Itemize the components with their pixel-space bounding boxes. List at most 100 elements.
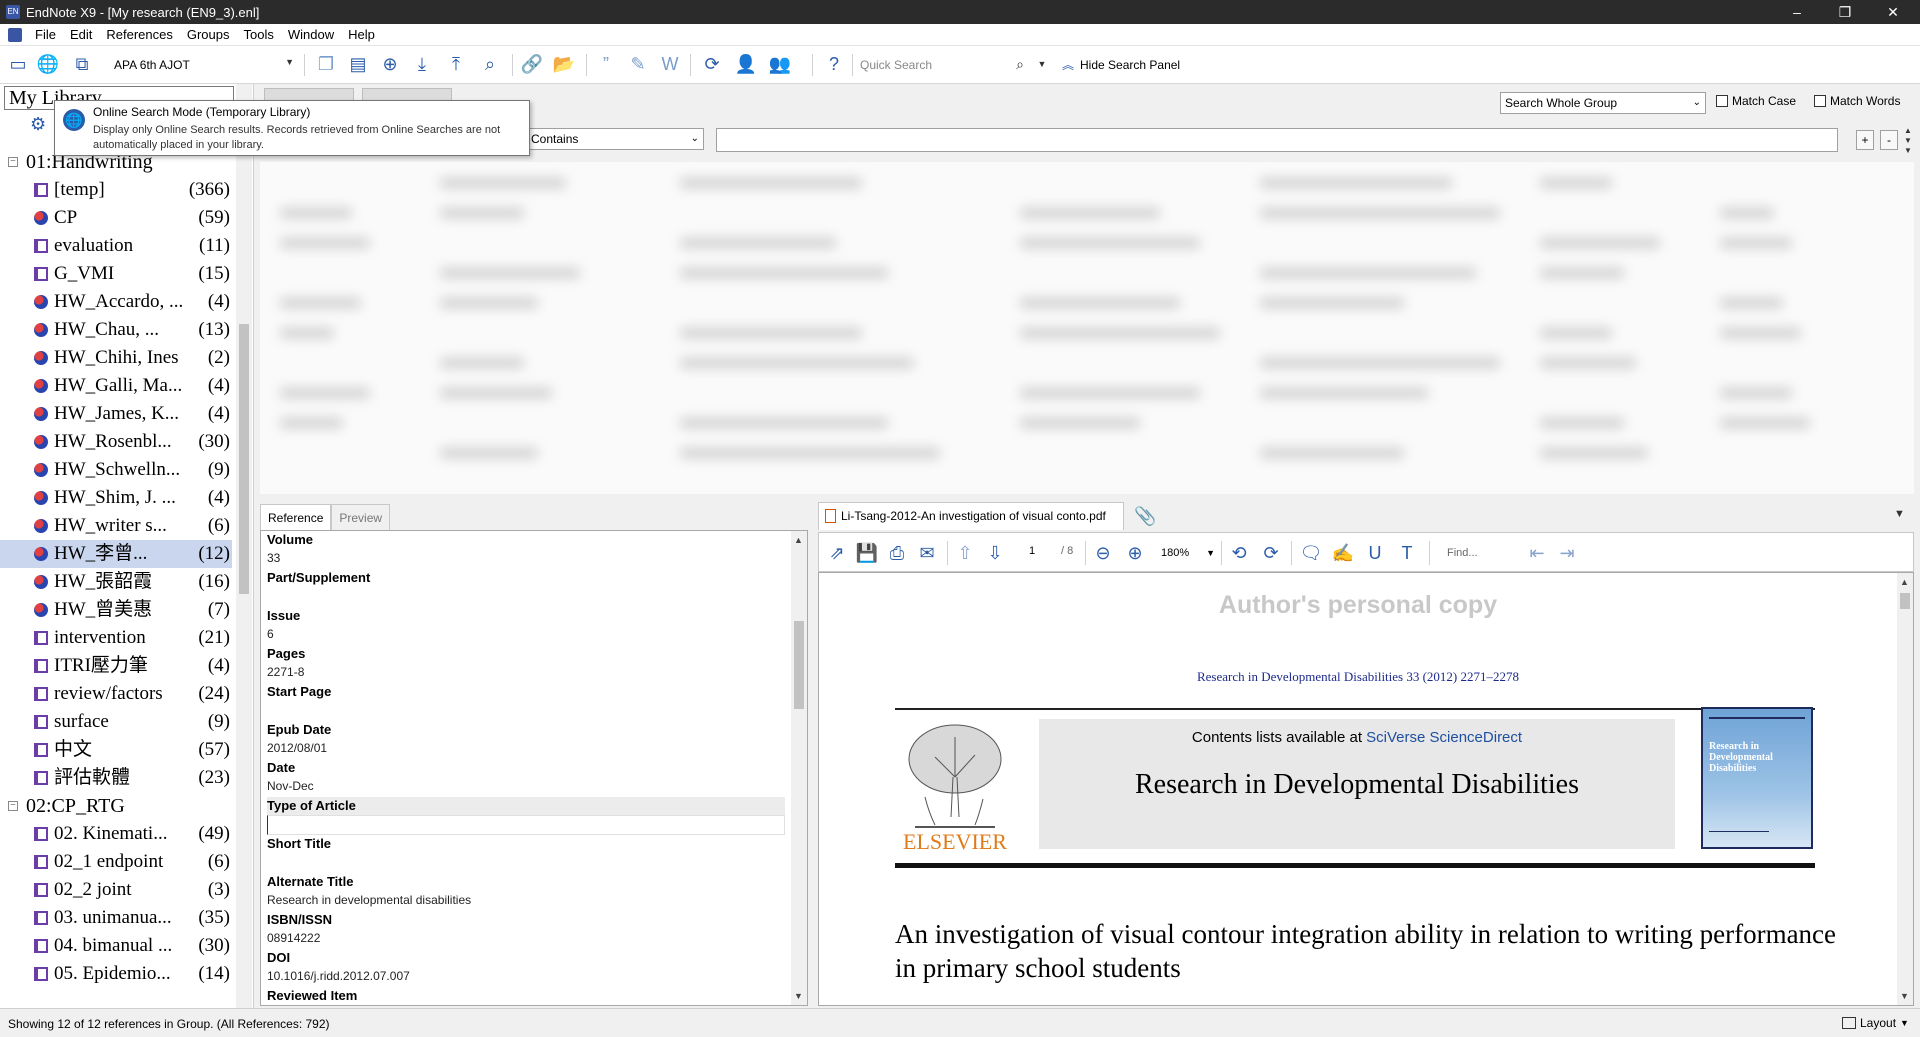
- group-item[interactable]: intervention (21): [0, 624, 232, 652]
- match-words-checkbox[interactable]: Match Words: [1814, 94, 1900, 108]
- add-field-button[interactable]: +: [1856, 130, 1874, 150]
- open-file-icon[interactable]: 📂: [552, 52, 576, 76]
- maximize-button[interactable]: ❐: [1822, 0, 1868, 24]
- groups-scrollbar[interactable]: [236, 84, 252, 1008]
- menu-edit[interactable]: Edit: [63, 27, 99, 42]
- group-item[interactable]: HW_Galli, Ma... (4): [0, 372, 232, 400]
- field-value-input[interactable]: 6: [267, 625, 785, 645]
- group-item[interactable]: review/factors (24): [0, 680, 232, 708]
- group-item[interactable]: HW_writer s... (6): [0, 512, 232, 540]
- group-item[interactable]: 03. unimanua... (35): [0, 904, 232, 932]
- output-style-select[interactable]: APA 6th AJOT ▼: [108, 55, 298, 75]
- field-value-input[interactable]: 10.1016/j.ridd.2012.07.007: [267, 967, 785, 987]
- collapse-icon[interactable]: −: [8, 801, 18, 811]
- export-icon[interactable]: ⤒: [444, 52, 468, 76]
- group-item[interactable]: HW_Rosenbl... (30): [0, 428, 232, 456]
- gear-icon[interactable]: ⚙: [30, 114, 46, 135]
- search-scope-select[interactable]: Search Whole Group ⌄: [1500, 92, 1706, 114]
- group-item[interactable]: 中文 (57): [0, 736, 232, 764]
- operator-select[interactable]: Contains ⌄: [526, 128, 704, 150]
- group-item[interactable]: 評估軟體 (23): [0, 764, 232, 792]
- group-item[interactable]: 02_2 joint (3): [0, 876, 232, 904]
- field-value-input[interactable]: [267, 815, 785, 835]
- group-item[interactable]: HW_Chau, ... (13): [0, 316, 232, 344]
- find-full-text-icon[interactable]: ⌕: [478, 52, 502, 76]
- group-item[interactable]: HW_Shim, J. ... (4): [0, 484, 232, 512]
- sticky-note-icon[interactable]: 🗨: [1299, 541, 1323, 565]
- help-icon[interactable]: ?: [822, 52, 846, 76]
- group-item[interactable]: G_VMI (15): [0, 260, 232, 288]
- menu-help[interactable]: Help: [341, 27, 382, 42]
- pdf-page[interactable]: Author's personal copy Research in Devel…: [818, 572, 1914, 1006]
- group-item[interactable]: 02. Kinemati... (49): [0, 820, 232, 848]
- group-item[interactable]: 05. Epidemio... (14): [0, 960, 232, 988]
- group-item[interactable]: HW_曾美惠 (7): [0, 596, 232, 624]
- strikethrough-icon[interactable]: T: [1395, 541, 1419, 565]
- online-search-mode-icon[interactable]: 🌐: [36, 52, 60, 76]
- new-reference-icon[interactable]: ▤: [346, 52, 370, 76]
- word-icon[interactable]: W: [658, 52, 682, 76]
- zoom-select[interactable]: 180% ▼: [1157, 543, 1217, 563]
- field-value-input[interactable]: [267, 853, 785, 873]
- group-set-header[interactable]: −02:CP_RTG: [0, 792, 232, 820]
- menu-references[interactable]: References: [99, 27, 179, 42]
- search-icon[interactable]: ⌕: [1008, 52, 1032, 76]
- email-icon[interactable]: ✉: [915, 541, 939, 565]
- field-value-input[interactable]: Nov-Dec: [267, 777, 785, 797]
- zoom-in-icon[interactable]: ⊕: [1123, 541, 1147, 565]
- group-item[interactable]: HW_Chihi, Ines (2): [0, 344, 232, 372]
- field-value-input[interactable]: 2271-8: [267, 663, 785, 683]
- sciencedirect-link[interactable]: SciVerse ScienceDirect: [1366, 729, 1522, 746]
- local-library-mode-icon[interactable]: ▭: [6, 52, 30, 76]
- insert-citation-icon[interactable]: ”: [594, 52, 618, 76]
- group-item[interactable]: HW_張韶霞 (16): [0, 568, 232, 596]
- group-item[interactable]: surface (9): [0, 708, 232, 736]
- copy-to-library-icon[interactable]: ❐: [314, 52, 338, 76]
- menu-window[interactable]: Window: [281, 27, 341, 42]
- search-scroll-arrows[interactable]: ▲ ▼ ▼: [1904, 126, 1912, 156]
- group-item[interactable]: 02_1 endpoint (6): [0, 848, 232, 876]
- field-value-input[interactable]: [267, 701, 785, 721]
- menu-tools[interactable]: Tools: [236, 27, 280, 42]
- group-item[interactable]: 04. bimanual ... (30): [0, 932, 232, 960]
- format-bibliography-icon[interactable]: ✎: [626, 52, 650, 76]
- paperclip-icon[interactable]: 📎: [1134, 506, 1156, 527]
- rotate-left-icon[interactable]: ⟲: [1227, 541, 1251, 565]
- print-icon[interactable]: ⎙: [885, 541, 909, 565]
- previous-page-icon[interactable]: ⇧: [953, 541, 977, 565]
- find-previous-icon[interactable]: ⇤: [1525, 541, 1549, 565]
- import-icon[interactable]: ⤓: [410, 52, 434, 76]
- field-value-input[interactable]: Research in developmental disabilities: [267, 891, 785, 911]
- reference-scrollbar[interactable]: ▲ ▼: [791, 531, 807, 1005]
- open-link-icon[interactable]: 🔗: [520, 52, 544, 76]
- field-value-input[interactable]: 2012/08/01: [267, 739, 785, 759]
- group-item[interactable]: ITRI壓力筆 (4): [0, 652, 232, 680]
- document-icon[interactable]: [8, 27, 22, 42]
- reference-list[interactable]: [260, 162, 1914, 494]
- next-page-icon[interactable]: ⇩: [983, 541, 1007, 565]
- field-value-input[interactable]: 08914222: [267, 929, 785, 949]
- integrated-library-mode-icon[interactable]: ⧉: [70, 52, 94, 76]
- group-item[interactable]: HW_James, K... (4): [0, 400, 232, 428]
- page-number-input[interactable]: 1: [1029, 545, 1035, 557]
- save-icon[interactable]: 💾: [855, 541, 879, 565]
- layout-button[interactable]: Layout ▼: [1842, 1016, 1909, 1030]
- field-value-input[interactable]: [267, 587, 785, 607]
- group-item[interactable]: [temp] (366): [0, 176, 232, 204]
- group-item[interactable]: HW_李曾... (12): [0, 540, 232, 568]
- group-item[interactable]: HW_Schwelln... (9): [0, 456, 232, 484]
- chevron-down-icon[interactable]: ▼: [1894, 508, 1905, 520]
- field-value-input[interactable]: [267, 1005, 785, 1006]
- close-button[interactable]: ✕: [1870, 0, 1916, 24]
- zoom-out-icon[interactable]: ⊖: [1091, 541, 1115, 565]
- tab-reference[interactable]: Reference: [260, 504, 332, 530]
- group-item[interactable]: evaluation (11): [0, 232, 232, 260]
- find-next-icon[interactable]: ⇥: [1555, 541, 1579, 565]
- quick-search-input[interactable]: Quick Search: [860, 55, 1010, 75]
- pdf-find-input[interactable]: Find...: [1447, 543, 1517, 563]
- menu-groups[interactable]: Groups: [180, 27, 237, 42]
- sync-icon[interactable]: ⟳: [700, 52, 724, 76]
- menu-file[interactable]: File: [28, 27, 63, 42]
- tab-preview[interactable]: Preview: [331, 504, 391, 530]
- match-case-checkbox[interactable]: Match Case: [1716, 94, 1796, 108]
